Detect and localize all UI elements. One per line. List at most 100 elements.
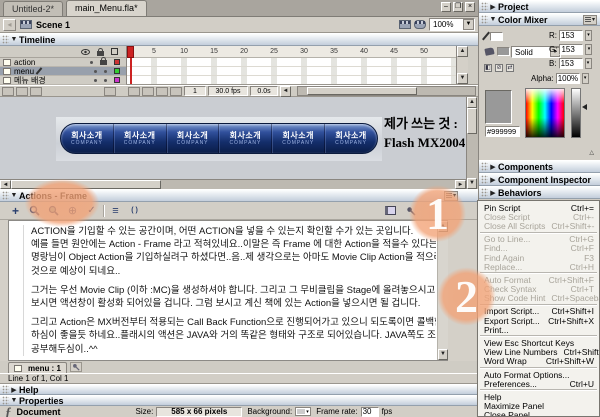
scrollbar-thumb[interactable] (307, 87, 417, 95)
visible-dot-icon[interactable] (94, 70, 97, 73)
auto-format-icon[interactable] (108, 204, 123, 217)
scroll-left-icon[interactable] (280, 86, 291, 97)
scrollbar-thumb[interactable] (467, 108, 477, 134)
project-panel-header[interactable]: Project (479, 0, 600, 13)
collapse-arrow-icon[interactable] (9, 386, 19, 394)
nav-button[interactable]: 회사소개 COMPANY (218, 124, 271, 153)
timeline-panel-header[interactable]: Timeline (0, 33, 478, 46)
visible-dot-icon[interactable] (94, 79, 97, 82)
panel-options-menu-icon[interactable] (583, 15, 597, 25)
edit-multiple-frames-icon[interactable] (170, 87, 182, 96)
center-frame-icon[interactable] (128, 87, 140, 96)
nav-button[interactable]: 회사소개 COMPANY (324, 124, 377, 153)
edit-scene-icon[interactable] (399, 20, 411, 29)
show-code-hint-icon[interactable] (127, 204, 142, 217)
gripper-icon[interactable] (2, 191, 9, 200)
check-syntax-icon[interactable] (84, 204, 99, 217)
edit-symbols-icon[interactable] (414, 20, 426, 29)
scroll-right-icon[interactable] (455, 180, 466, 189)
collapse-arrow-icon[interactable] (488, 16, 498, 23)
scroll-down-icon[interactable] (438, 349, 448, 360)
nav-button[interactable]: 회사소개 COMPANY (61, 124, 113, 153)
components-panel-header[interactable]: Components (479, 160, 600, 173)
nav-button[interactable]: 회사소개 COMPANY (271, 124, 324, 153)
stepper-icon[interactable] (585, 58, 592, 69)
reference-book-icon[interactable] (383, 204, 398, 217)
tab-untitled-2[interactable]: Untitled-2* (3, 1, 63, 16)
gripper-icon[interactable] (481, 162, 488, 171)
nav-button[interactable]: 회사소개 COMPANY (113, 124, 166, 153)
timeline-ruler[interactable]: 5 10 15 20 25 30 35 40 45 50 (127, 46, 456, 58)
script-pane[interactable]: ACTION을 기입할 수 있는 공간이며, 어떤 ACTION을 넣을 수 있… (8, 220, 448, 361)
eye-icon[interactable] (81, 49, 90, 55)
menu-item-print[interactable]: Print... (478, 325, 599, 334)
onion-skin-icon[interactable] (142, 87, 154, 96)
gripper-icon[interactable] (481, 2, 488, 11)
scroll-up-icon[interactable] (467, 97, 477, 108)
scroll-down-icon[interactable] (457, 73, 468, 84)
outline-icon[interactable] (111, 48, 118, 55)
frame-row[interactable] (127, 67, 456, 76)
stepper-icon[interactable] (585, 30, 592, 41)
collapse-arrow-icon[interactable] (488, 189, 498, 197)
brightness-slider-marker[interactable] (582, 104, 587, 110)
stroke-color-chip[interactable] (490, 32, 503, 41)
unlocked-dot-icon[interactable] (104, 70, 107, 73)
stroke-pencil-icon[interactable] (482, 32, 490, 41)
scrollbar-thumb[interactable] (11, 180, 161, 189)
scroll-up-icon[interactable] (438, 221, 448, 232)
collapse-mixer-icon[interactable] (589, 149, 594, 156)
minimize-icon[interactable] (441, 2, 451, 12)
layer-folder-icon[interactable] (30, 87, 42, 96)
layer-row-menu-bg[interactable]: 메뉴 배경 (0, 76, 126, 85)
script-text[interactable]: ACTION을 기입할 수 있는 공간이며, 어떤 ACTION을 넣을 수 있… (23, 225, 436, 356)
background-color-swatch[interactable] (295, 407, 311, 416)
alpha-input[interactable] (556, 73, 580, 84)
motion-guide-icon[interactable] (16, 87, 28, 96)
default-colors-icon[interactable] (484, 64, 492, 72)
stage-hscrollbar[interactable] (0, 179, 466, 189)
tab-main-menu-fla[interactable]: main_Menu.fla* (66, 0, 147, 16)
layer-color-swatch[interactable] (114, 68, 120, 74)
brightness-slider[interactable] (571, 88, 581, 138)
stepper-icon[interactable] (582, 73, 589, 84)
locked-icon[interactable] (100, 60, 107, 65)
scroll-down-icon[interactable] (467, 178, 477, 189)
panel-options-menu-icon[interactable] (444, 191, 458, 201)
gripper-icon[interactable] (481, 175, 488, 184)
help-panel-header[interactable]: Help (0, 384, 478, 395)
r-input[interactable] (559, 30, 583, 41)
visible-dot-icon[interactable] (90, 61, 93, 64)
back-arrow-icon[interactable] (3, 19, 16, 31)
chevron-down-icon[interactable] (463, 19, 474, 30)
frame-grid[interactable] (127, 58, 456, 84)
fill-bucket-icon[interactable] (484, 47, 494, 56)
insert-layer-icon[interactable] (2, 87, 14, 96)
hex-color-input[interactable] (485, 126, 520, 137)
pin-script-icon[interactable] (403, 204, 418, 217)
lock-icon[interactable] (97, 51, 104, 56)
behaviors-panel-header[interactable]: Behaviors (479, 186, 600, 199)
stage[interactable]: 회사소개 COMPANY 회사소개 COMPANY 회사소개 COMPANY 회… (0, 97, 478, 189)
color-spectrum-picker[interactable] (525, 88, 565, 138)
b-input[interactable] (559, 58, 583, 69)
actions-panel-header[interactable]: Actions - Frame (0, 189, 478, 202)
scene-label[interactable]: Scene 1 (36, 20, 70, 30)
gripper-icon[interactable] (2, 35, 9, 44)
color-mixer-panel-header[interactable]: Color Mixer (479, 13, 600, 26)
stage-vscrollbar[interactable] (466, 97, 478, 189)
gripper-icon[interactable] (2, 385, 9, 394)
frame-rate-input[interactable] (361, 407, 379, 417)
component-inspector-panel-header[interactable]: Component Inspector (479, 173, 600, 186)
nav-button[interactable]: 회사소개 COMPANY (166, 124, 219, 153)
trash-icon[interactable] (104, 87, 116, 96)
scroll-up-icon[interactable] (457, 46, 468, 57)
size-button[interactable]: 585 x 66 pixels (156, 407, 242, 417)
frame-row[interactable] (127, 58, 456, 67)
script-vscrollbar[interactable] (437, 221, 448, 360)
add-action-icon[interactable] (8, 204, 23, 217)
menu-item-close-panel[interactable]: Close Panel (478, 411, 599, 417)
insert-target-path-icon[interactable] (65, 204, 80, 217)
replace-icon[interactable] (46, 204, 61, 217)
unlocked-dot-icon[interactable] (104, 79, 107, 82)
